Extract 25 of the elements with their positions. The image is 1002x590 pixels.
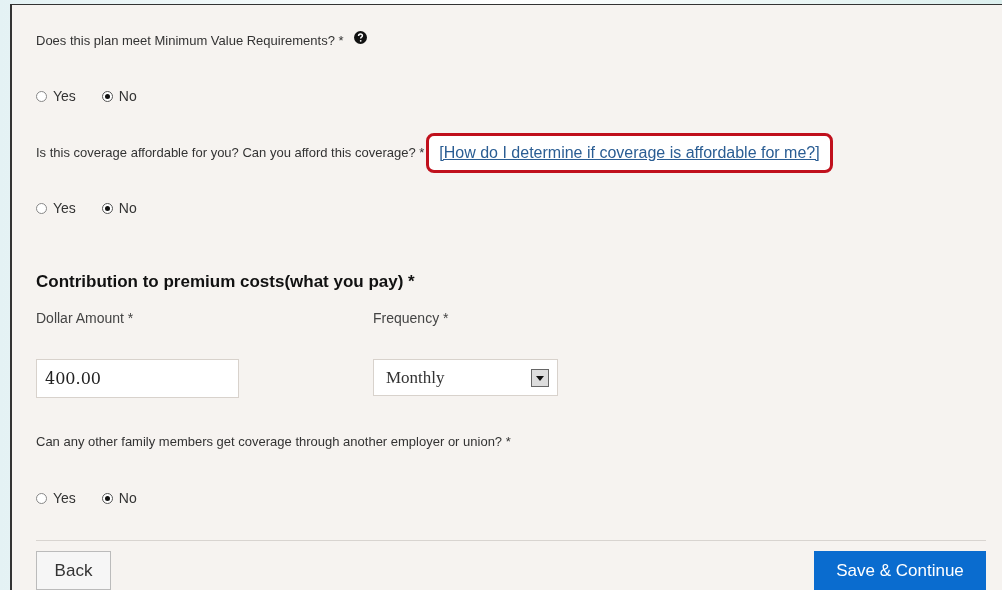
radio-button[interactable] (36, 203, 47, 214)
option-label: No (118, 199, 137, 218)
save-continue-button[interactable]: Save & Continue (814, 551, 986, 590)
radio-button[interactable] (36, 492, 47, 504)
amount-field[interactable]: 400.00 (36, 359, 239, 398)
radio-button[interactable] (101, 203, 113, 214)
option-label: No (118, 87, 137, 106)
radio-button[interactable] (36, 91, 47, 102)
section-heading: Contribution to premium costs(what you pay) * (36, 271, 415, 291)
caret-icon (531, 368, 549, 387)
field-label: Dollar Amount * (36, 309, 135, 328)
option-label: Yes (53, 87, 76, 106)
question-text: Can any other family members get coverage through another employer or union? * (36, 433, 511, 452)
help-icon[interactable] (353, 31, 367, 44)
field-label: Frequency * (373, 309, 450, 328)
help-link[interactable]: [How do I determine if coverage is affordable for me?] (439, 143, 820, 161)
option-label: No (118, 488, 137, 508)
back-button[interactable]: Back (36, 551, 111, 590)
frequency-dropdown[interactable]: Monthly (373, 359, 558, 396)
question-text: Does this plan meet Minimum Value Requirements? * (36, 31, 344, 50)
option-label: Yes (53, 199, 76, 218)
radio-button[interactable] (101, 492, 113, 504)
radio-button[interactable] (101, 91, 113, 102)
question-text: Is this coverage affordable for you? Can you afford this coverage? * (36, 143, 425, 162)
option-label: Yes (53, 488, 76, 508)
